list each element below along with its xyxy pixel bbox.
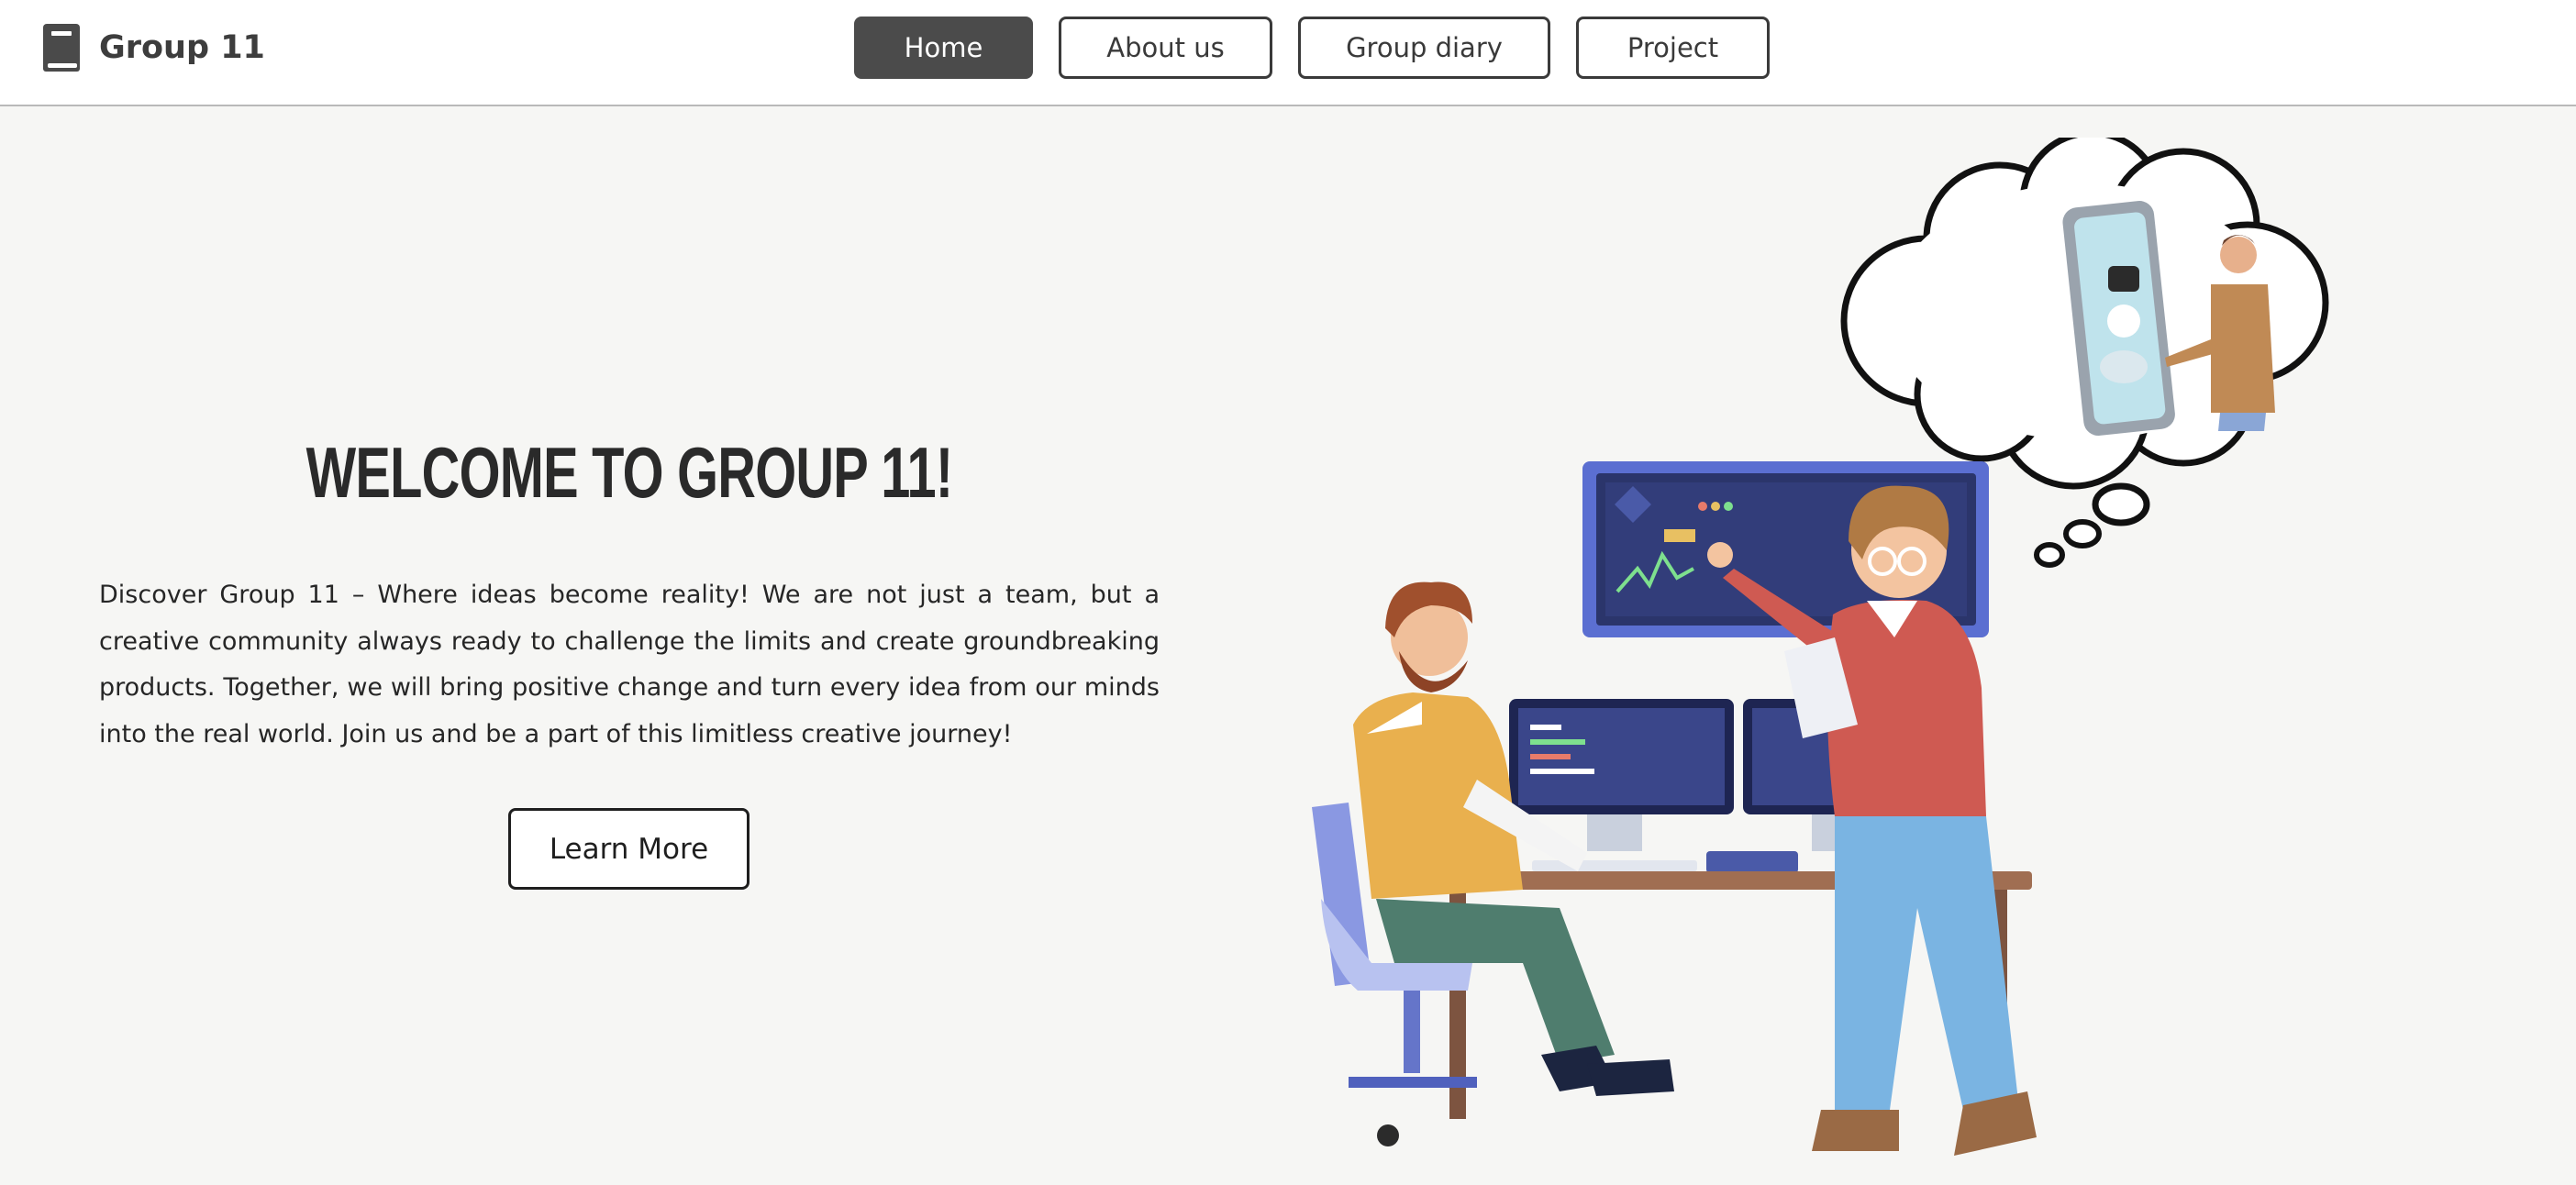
nav-home-button[interactable]: Home: [854, 17, 1033, 79]
book-icon: [43, 24, 80, 72]
nav-group-diary-button[interactable]: Group diary: [1298, 17, 1550, 79]
brand-name: Group 11: [99, 29, 265, 66]
hero-title: WELCOME TO GROUP 11!: [305, 432, 953, 513]
nav-about-us-button[interactable]: About us: [1059, 17, 1272, 79]
hero-description: Discover Group 11 – Where ideas become r…: [99, 581, 1160, 748]
top-navbar: Group 11 Home About us Group diary Proje…: [0, 0, 2576, 106]
nav-project-button[interactable]: Project: [1576, 17, 1770, 79]
learn-more-button[interactable]: Learn More: [508, 808, 749, 890]
brand[interactable]: Group 11: [40, 22, 265, 73]
hero-illustration: [1312, 138, 2329, 1156]
